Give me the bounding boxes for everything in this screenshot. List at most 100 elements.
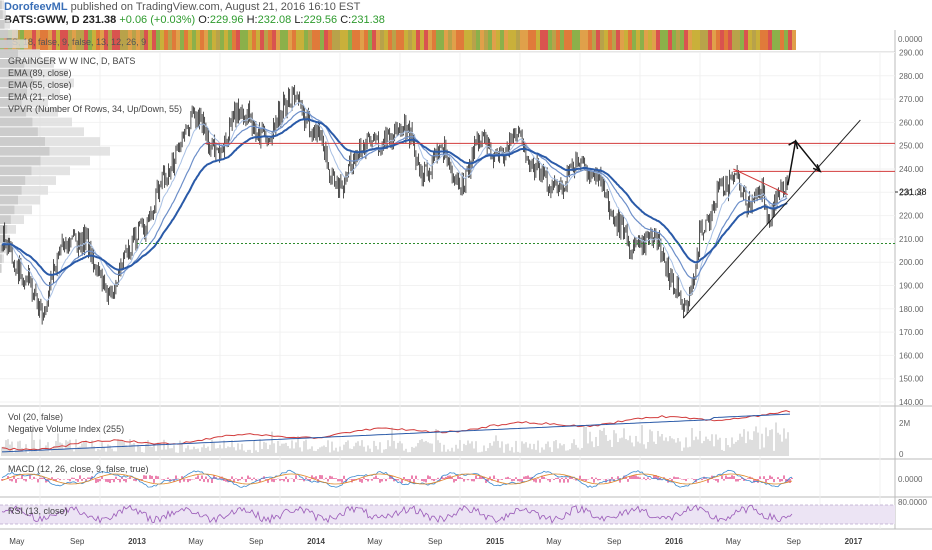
es-cell	[564, 30, 568, 50]
vpvr-legend[interactable]: VPVR (Number Of Rows, 34, Up/Down, 55)	[8, 104, 182, 114]
es-cell	[504, 30, 508, 50]
time-tick-label: Sep	[70, 537, 85, 546]
es-cell	[712, 30, 716, 50]
es-cell	[752, 30, 756, 50]
es-cell	[696, 30, 700, 50]
chart-canvas[interactable]: ES, 18, false, 9, false, 13, 12, 26, 9 0…	[0, 0, 932, 550]
es-cell	[608, 30, 612, 50]
time-tick-label: May	[367, 537, 382, 546]
es-cell	[548, 30, 552, 50]
es-cell	[684, 30, 688, 50]
time-tick-label: Sep	[607, 537, 622, 546]
rsi-legend[interactable]: RSI (13, close)	[8, 506, 68, 516]
time-tick-label: May	[9, 537, 24, 546]
es-cell	[776, 30, 780, 50]
es-cell	[664, 30, 668, 50]
es-cell	[164, 30, 168, 50]
es-cell	[464, 30, 468, 50]
price-tick-label: 220.00	[899, 212, 924, 221]
time-tick-label: May	[726, 537, 741, 546]
vol-scale-zero: 0	[899, 450, 904, 459]
es-cell	[328, 30, 332, 50]
es-cell	[784, 30, 788, 50]
es-cell	[528, 30, 532, 50]
profile-row-up	[0, 10, 3, 19]
price-axis[interactable]: 140.00 150.00 160.00 170.00 180.00 190.00 200.…	[899, 49, 924, 408]
es-cell	[632, 30, 636, 50]
macd-legend[interactable]: MACD (12, 26, close, 9, false, true)	[8, 464, 149, 474]
es-cell	[496, 30, 500, 50]
es-cell	[644, 30, 648, 50]
es-cell	[440, 30, 444, 50]
es-cell	[300, 30, 304, 50]
es-cell	[612, 30, 616, 50]
es-cell	[492, 30, 496, 50]
es-cell	[580, 30, 584, 50]
es-cell	[312, 30, 316, 50]
profile-row-up	[0, 117, 33, 127]
price-tick-label: 200.00	[899, 258, 924, 267]
es-cell	[380, 30, 384, 50]
es-cell	[364, 30, 368, 50]
price-bars	[1, 84, 788, 325]
es-cell	[568, 30, 572, 50]
es-cell	[412, 30, 416, 50]
es-cell	[444, 30, 448, 50]
arrowhead-up	[788, 139, 799, 150]
es-cell	[688, 30, 692, 50]
es-cell	[624, 30, 628, 50]
es-cell	[216, 30, 220, 50]
es-cell	[668, 30, 672, 50]
es-cell	[708, 30, 712, 50]
es-cell	[560, 30, 564, 50]
es-cell	[172, 30, 176, 50]
es-cell	[736, 30, 740, 50]
es-cell	[208, 30, 212, 50]
es-cell	[260, 30, 264, 50]
es-cell	[376, 30, 380, 50]
profile-row-up	[0, 176, 26, 185]
es-cell	[604, 30, 608, 50]
price-tick-label: 140.00	[899, 398, 924, 407]
es-cell	[408, 30, 412, 50]
ema55-legend[interactable]: EMA (55, close)	[8, 80, 72, 90]
price-tick-label: 260.00	[899, 118, 924, 127]
es-cell	[732, 30, 736, 50]
last-price-label: 231.38	[899, 187, 927, 197]
es-cell	[340, 30, 344, 50]
es-cell	[388, 30, 392, 50]
time-axis[interactable]: May Sep 2013 May Sep 2014 May Sep 2015 May Sep 2016…	[9, 537, 863, 546]
es-cell	[700, 30, 704, 50]
es-cell	[416, 30, 420, 50]
es-cell	[468, 30, 472, 50]
es-cell	[396, 30, 400, 50]
nvi-legend[interactable]: Negative Volume Index (255)	[8, 424, 124, 434]
es-cell	[180, 30, 184, 50]
es-cell	[680, 30, 684, 50]
profile-row-up	[0, 264, 1, 273]
ema89-legend[interactable]: EMA (89, close)	[8, 68, 72, 78]
es-cell	[268, 30, 272, 50]
profile-row-up	[0, 127, 38, 137]
es-cell	[244, 30, 248, 50]
es-cell	[404, 30, 408, 50]
ema21-legend[interactable]: EMA (21, close)	[8, 92, 72, 102]
price-tick-label: 250.00	[899, 142, 924, 151]
company-legend[interactable]: GRAINGER W W INC, D, BATS	[8, 56, 135, 66]
es-cell	[304, 30, 308, 50]
es-cell	[168, 30, 172, 50]
es-cell	[292, 30, 296, 50]
price-tick-label: 290.00	[899, 49, 924, 58]
profile-row-up	[0, 254, 2, 264]
es-cell	[672, 30, 676, 50]
es-cell	[728, 30, 732, 50]
time-tick-label: Sep	[787, 537, 802, 546]
vol-legend[interactable]: Vol (20, false)	[8, 412, 63, 422]
time-tick-label: May	[546, 537, 561, 546]
es-cell	[212, 30, 216, 50]
es-cell	[420, 30, 424, 50]
projection-arrows[interactable]	[787, 139, 821, 186]
es-cell	[540, 30, 544, 50]
es-cell	[232, 30, 236, 50]
es-cell	[196, 30, 200, 50]
